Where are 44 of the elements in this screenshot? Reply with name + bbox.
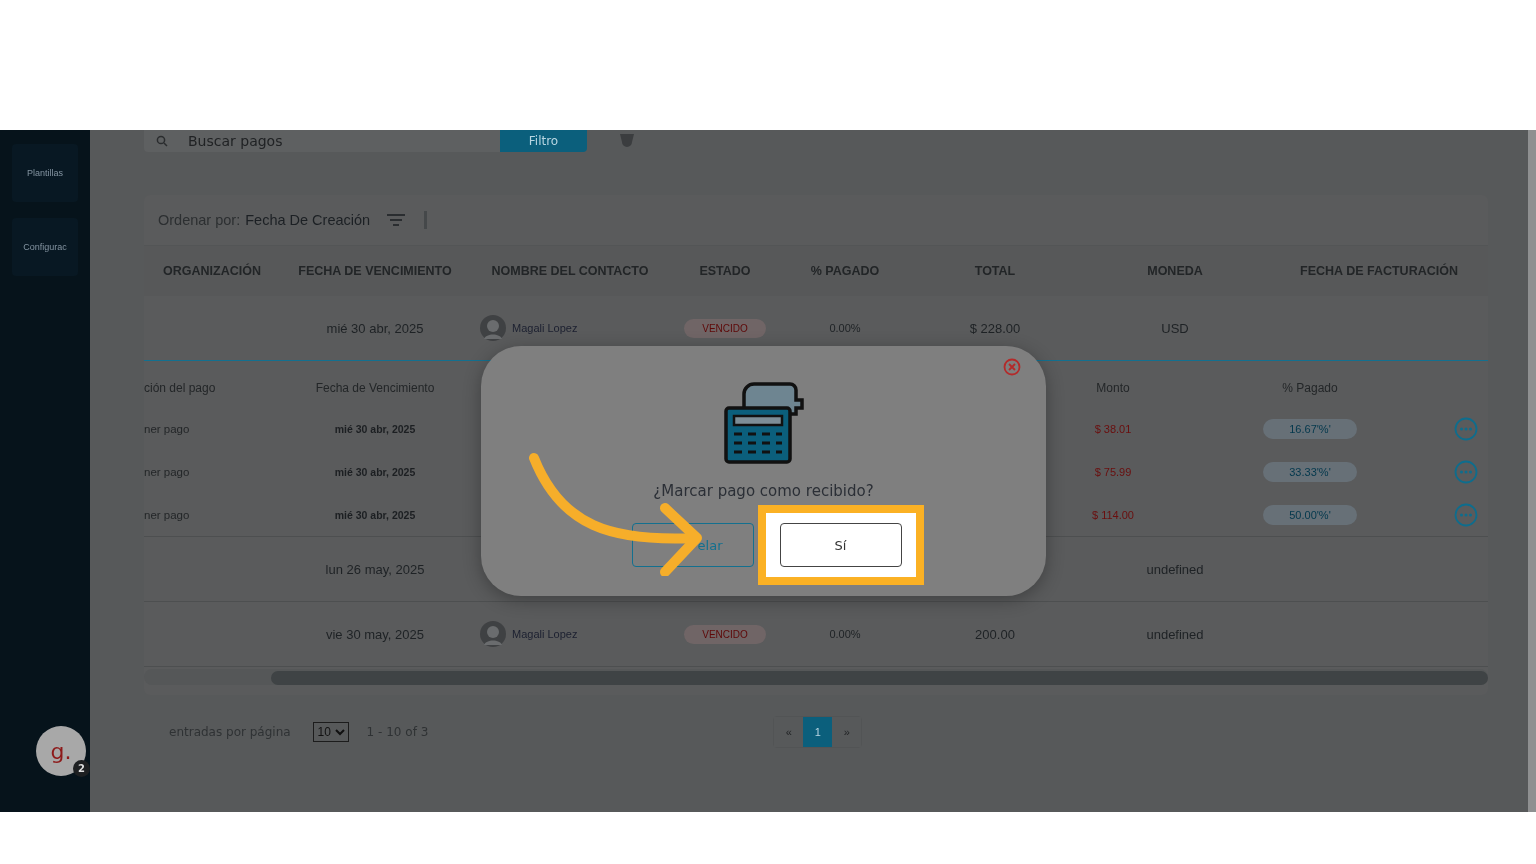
- more-options-icon[interactable]: [1454, 459, 1478, 484]
- sidebar-item[interactable]: Configurac: [12, 218, 78, 276]
- filter-lines-icon[interactable]: [387, 214, 406, 226]
- table-cell: $ 228.00: [969, 320, 1021, 336]
- table-cell: $ 75.99: [1094, 465, 1132, 478]
- more-options-icon[interactable]: [1454, 416, 1478, 441]
- scrollbar-thumb[interactable]: [271, 671, 1488, 685]
- contact-name: Magali Lopez: [512, 322, 578, 334]
- status-badge: VENCIDO: [684, 624, 766, 644]
- table-cell: 200.00: [975, 626, 1015, 642]
- confirm-button[interactable]: Sí: [779, 523, 902, 567]
- search-icon: [156, 135, 168, 147]
- sidebar-item[interactable]: Plantillas: [12, 144, 78, 202]
- avatar-icon: [480, 315, 506, 341]
- avatar-icon: [480, 621, 506, 647]
- table-cell: mié 30 abr, 2025: [334, 508, 416, 521]
- table-cell: lun 26 may, 2025: [325, 561, 425, 577]
- table-cell: mié 30 abr, 2025: [326, 320, 424, 336]
- table-cell: mié 30 abr, 2025: [334, 422, 416, 435]
- scrollbar[interactable]: [1528, 130, 1536, 812]
- confirm-question: ¿Marcar pago como recibido?: [653, 482, 874, 500]
- cash-register-icon: [721, 380, 806, 464]
- table-cell: vie 30 may, 2025: [325, 626, 424, 642]
- close-icon[interactable]: [1003, 358, 1021, 376]
- page-button[interactable]: 1: [803, 717, 833, 747]
- percent-badge: 50.00'%': [1263, 504, 1357, 525]
- table-cell: USD: [1161, 320, 1189, 336]
- more-options-icon[interactable]: [1454, 502, 1478, 527]
- percent-badge: 33.33'%': [1263, 461, 1357, 482]
- table-cell: undefined: [1146, 626, 1204, 642]
- table-cell: 0.00%: [829, 322, 861, 334]
- contact-name: Magali Lopez: [512, 628, 578, 640]
- table-cell: mié 30 abr, 2025: [334, 465, 416, 478]
- table-cell: $ 114.00: [1092, 508, 1134, 521]
- filter-button[interactable]: Filtro: [500, 130, 587, 152]
- table-cell: $ 38.01: [1094, 422, 1132, 435]
- page-size-select[interactable]: 10: [312, 722, 349, 742]
- table-cell: 0.00%: [829, 628, 861, 640]
- notification-badge: 2: [73, 760, 90, 777]
- table-cell: undefined: [1146, 561, 1204, 577]
- percent-badge: 16.67'%': [1263, 418, 1357, 439]
- search-field[interactable]: Buscar pagos: [144, 130, 500, 152]
- status-badge: VENCIDO: [684, 318, 766, 338]
- sort-value[interactable]: Fecha De Creación: [245, 212, 371, 228]
